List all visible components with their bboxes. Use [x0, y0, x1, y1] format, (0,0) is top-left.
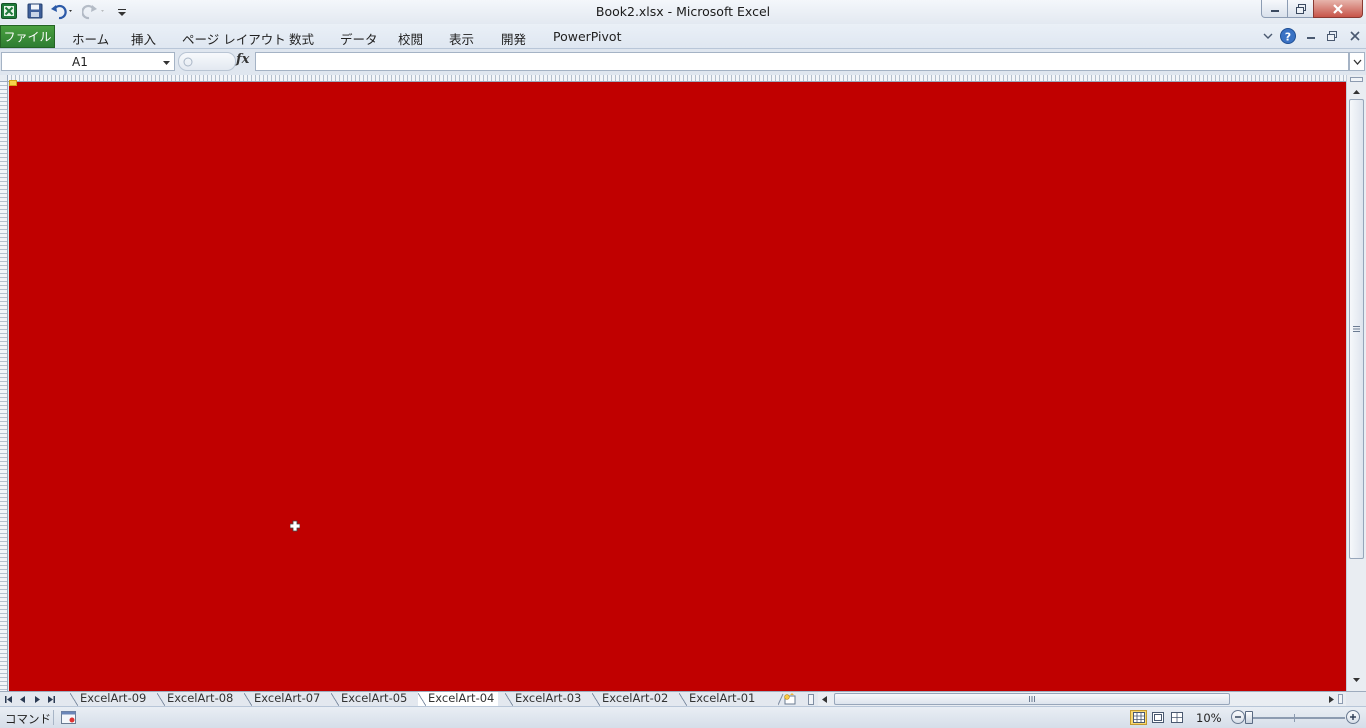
insert-sheet-icon[interactable]: [777, 693, 798, 706]
horizontal-split-handle[interactable]: [1338, 694, 1343, 704]
sheet-tab-excelart-05[interactable]: ExcelArt-05: [331, 692, 411, 706]
zoom-slider-track[interactable]: [1246, 717, 1345, 719]
workbook-close-icon[interactable]: [1347, 28, 1363, 44]
zoom-slider-thumb[interactable]: [1245, 711, 1253, 724]
status-bar: コマンド 10%: [0, 706, 1366, 728]
column-headers[interactable]: [8, 75, 1346, 82]
minimize-button[interactable]: [1261, 0, 1288, 18]
vertical-scrollbar[interactable]: [1346, 75, 1366, 691]
sheet-tab-excelart-04[interactable]: ExcelArt-04: [418, 692, 499, 706]
sheet-tab-excelart-03[interactable]: ExcelArt-03: [505, 692, 585, 706]
sheet-tab-bar: ExcelArt-09 ExcelArt-08 ExcelArt-07 Exce…: [0, 691, 1366, 706]
last-sheet-icon[interactable]: [45, 694, 57, 705]
previous-sheet-icon[interactable]: [17, 694, 29, 705]
horizontal-scroll-thumb[interactable]: [834, 693, 1230, 705]
select-all-corner[interactable]: [0, 75, 8, 82]
first-sheet-icon[interactable]: [3, 694, 15, 705]
close-icon: [1333, 3, 1343, 14]
sheet-tab-excelart-07[interactable]: ExcelArt-07: [244, 692, 324, 706]
normal-view-button[interactable]: [1130, 710, 1147, 725]
workbook-restore-icon[interactable]: [1324, 28, 1340, 44]
divider: [53, 710, 54, 725]
scroll-down-icon[interactable]: [1350, 675, 1363, 685]
formula-bar: A1 fx: [0, 49, 1366, 74]
tab-powerpivot[interactable]: PowerPivot: [553, 29, 621, 44]
sheet-tab-excelart-02[interactable]: ExcelArt-02: [592, 692, 672, 706]
tab-page-layout[interactable]: ページ レイアウト: [182, 29, 286, 48]
sheet-tab-excelart-09[interactable]: ExcelArt-09: [70, 692, 150, 706]
name-box-value: A1: [72, 55, 88, 69]
next-sheet-icon[interactable]: [31, 694, 43, 705]
workbook-minimize-icon[interactable]: [1303, 28, 1319, 44]
close-button[interactable]: [1313, 0, 1363, 18]
vertical-split-handle[interactable]: [1350, 77, 1363, 82]
page-break-view-button[interactable]: [1168, 710, 1185, 725]
horizontal-scrollbar[interactable]: [818, 692, 1346, 706]
mouse-cursor-icon: [289, 520, 301, 532]
page-break-icon: [1170, 712, 1183, 723]
help-icon[interactable]: ?: [1280, 28, 1296, 44]
title-bar: Book2.xlsx - Microsoft Excel: [0, 0, 1366, 24]
name-box[interactable]: A1: [1, 52, 175, 71]
row-headers[interactable]: [0, 82, 8, 691]
tab-view[interactable]: 表示: [449, 29, 474, 48]
page-layout-view-button[interactable]: [1149, 710, 1166, 725]
minimize-icon: [1270, 9, 1279, 12]
svg-text:?: ?: [1285, 31, 1291, 44]
worksheet-cells[interactable]: [9, 82, 1346, 691]
sheet-tab-excelart-08[interactable]: ExcelArt-08: [157, 692, 237, 706]
formula-input[interactable]: [255, 52, 1349, 71]
restore-button[interactable]: [1287, 0, 1314, 18]
scroll-left-icon[interactable]: [819, 694, 829, 704]
restore-icon: [1295, 3, 1306, 14]
tab-formulas[interactable]: 数式: [289, 29, 314, 48]
sheet-tab-excelart-01[interactable]: ExcelArt-01: [679, 692, 759, 706]
tab-home[interactable]: ホーム: [72, 29, 109, 48]
vertical-scroll-thumb[interactable]: [1349, 99, 1364, 559]
zoom-center-tick: [1294, 714, 1295, 722]
minimize-ribbon-icon[interactable]: [1260, 28, 1276, 44]
insert-function-icon[interactable]: fx: [236, 52, 249, 67]
tab-split-handle[interactable]: [808, 694, 814, 705]
zoom-level[interactable]: 10%: [1196, 711, 1222, 725]
expand-formula-bar-button[interactable]: [1349, 52, 1365, 71]
chevron-down-icon: [1353, 59, 1361, 65]
status-mode: コマンド: [5, 712, 51, 726]
record-macro-icon[interactable]: [61, 711, 76, 724]
page-layout-icon: [1151, 712, 1164, 723]
formula-bar-splitter[interactable]: [178, 52, 236, 71]
scroll-up-icon[interactable]: [1350, 87, 1363, 97]
window-title: Book2.xlsx - Microsoft Excel: [595, 4, 771, 19]
scroll-right-icon[interactable]: [1326, 694, 1336, 704]
file-tab[interactable]: ファイル: [0, 25, 55, 48]
zoom-out-icon[interactable]: [1231, 710, 1245, 724]
chevron-down-icon[interactable]: [162, 56, 171, 70]
tab-review[interactable]: 校閲: [398, 29, 423, 48]
tab-data[interactable]: データ: [340, 29, 378, 48]
grid-icon: [1132, 712, 1145, 723]
ribbon-tab-bar: ファイル ホーム 挿入 ページ レイアウト 数式 データ 校閲 表示 開発 Po…: [0, 24, 1366, 49]
zoom-in-icon[interactable]: [1346, 710, 1360, 724]
active-cell-indicator: [9, 80, 17, 86]
tab-developer[interactable]: 開発: [501, 29, 526, 48]
tab-insert[interactable]: 挿入: [131, 29, 156, 48]
